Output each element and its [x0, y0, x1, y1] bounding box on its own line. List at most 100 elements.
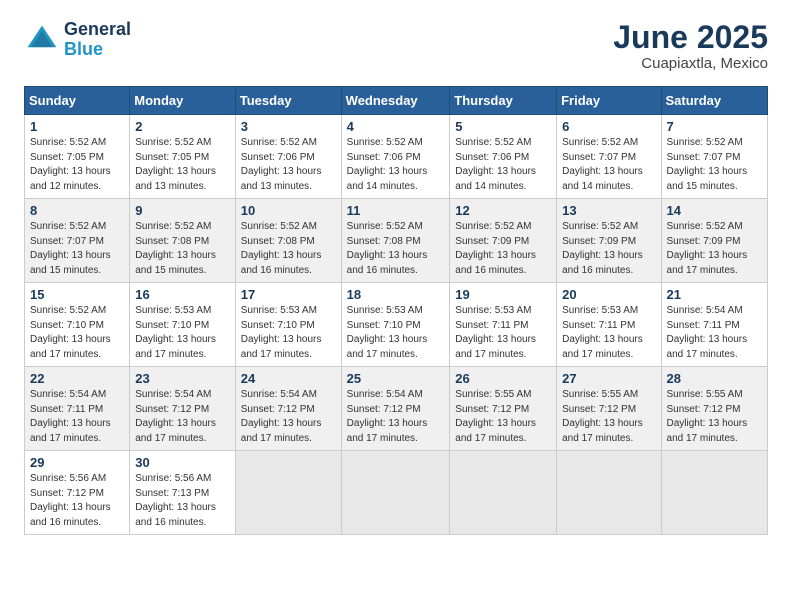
day-number: 10 [241, 203, 336, 218]
day-info: Sunrise: 5:52 AMSunset: 7:09 PMDaylight:… [667, 220, 762, 278]
day-number: 28 [667, 371, 762, 386]
day-number: 29 [30, 455, 124, 470]
calendar-day-cell: 27 Sunrise: 5:55 AMSunset: 7:12 PMDayligh… [557, 367, 661, 451]
day-info: Sunrise: 5:52 AMSunset: 7:07 PMDaylight:… [30, 220, 124, 278]
day-number: 25 [347, 371, 445, 386]
calendar-day-cell: 6 Sunrise: 5:52 AMSunset: 7:07 PMDaylight… [557, 115, 661, 199]
day-info: Sunrise: 5:52 AMSunset: 7:10 PMDaylight:… [30, 304, 124, 362]
weekday-header: Saturday [661, 87, 767, 115]
calendar-day-cell: 3 Sunrise: 5:52 AMSunset: 7:06 PMDaylight… [235, 115, 341, 199]
calendar-day-cell: 12 Sunrise: 5:52 AMSunset: 7:09 PMDayligh… [450, 199, 557, 283]
day-info: Sunrise: 5:56 AMSunset: 7:12 PMDaylight:… [30, 472, 124, 530]
calendar-day-cell: 1 Sunrise: 5:52 AMSunset: 7:05 PMDaylight… [25, 115, 130, 199]
calendar-day-cell: 26Sunrise: 5:55 AMSunset: 7:12 PMDayligh… [450, 367, 557, 451]
day-number: 3 [241, 119, 336, 134]
day-info: Sunrise: 5:53 AMSunset: 7:10 PMDaylight:… [135, 304, 230, 362]
weekday-header: Thursday [450, 87, 557, 115]
day-number: 9 [135, 203, 230, 218]
calendar-day-cell: 28 Sunrise: 5:55 AMSunset: 7:12 PMDayligh… [661, 367, 767, 451]
day-info: Sunrise: 5:53 AMSunset: 7:11 PMDaylight:… [455, 304, 551, 362]
calendar-day-cell: 11Sunrise: 5:52 AMSunset: 7:08 PMDayligh… [341, 199, 450, 283]
day-info: Sunrise: 5:55 AMSunset: 7:12 PMDaylight:… [667, 388, 762, 446]
day-info: Sunrise: 5:52 AMSunset: 7:06 PMDaylight:… [241, 136, 336, 194]
day-number: 27 [562, 371, 655, 386]
calendar-day-cell: 21Sunrise: 5:54 AMSunset: 7:11 PMDayligh… [661, 283, 767, 367]
calendar-day-cell: 2 Sunrise: 5:52 AMSunset: 7:05 PMDaylight… [130, 115, 236, 199]
weekday-header: Monday [130, 87, 236, 115]
day-info: Sunrise: 5:52 AMSunset: 7:05 PMDaylight:… [135, 136, 230, 194]
calendar-week-row: 1 Sunrise: 5:52 AMSunset: 7:05 PMDaylight… [25, 115, 768, 199]
calendar-day-cell: 17 Sunrise: 5:53 AMSunset: 7:10 PMDayligh… [235, 283, 341, 367]
calendar-day-cell: 7 Sunrise: 5:52 AMSunset: 7:07 PMDaylight… [661, 115, 767, 199]
day-number: 13 [562, 203, 655, 218]
calendar-day-cell: 13 Sunrise: 5:52 AMSunset: 7:09 PMDayligh… [557, 199, 661, 283]
calendar-day-cell [557, 451, 661, 535]
day-info: Sunrise: 5:54 AMSunset: 7:11 PMDaylight:… [30, 388, 124, 446]
calendar: SundayMondayTuesdayWednesdayThursdayFrid… [24, 86, 768, 535]
day-info: Sunrise: 5:54 AMSunset: 7:12 PMDaylight:… [347, 388, 445, 446]
day-info: Sunrise: 5:52 AMSunset: 7:09 PMDaylight:… [455, 220, 551, 278]
day-number: 20 [562, 287, 655, 302]
location: Cuapiaxtla, Mexico [613, 55, 768, 72]
day-info: Sunrise: 5:55 AMSunset: 7:12 PMDaylight:… [455, 388, 551, 446]
day-info: Sunrise: 5:55 AMSunset: 7:12 PMDaylight:… [562, 388, 655, 446]
calendar-day-cell [450, 451, 557, 535]
day-number: 12 [455, 203, 551, 218]
calendar-week-row: 15 Sunrise: 5:52 AMSunset: 7:10 PMDayligh… [25, 283, 768, 367]
day-number: 7 [667, 119, 762, 134]
calendar-day-cell: 18 Sunrise: 5:53 AMSunset: 7:10 PMDayligh… [341, 283, 450, 367]
header: General Blue June 2025 Cuapiaxtla, Mexic… [24, 20, 768, 72]
day-number: 16 [135, 287, 230, 302]
day-info: Sunrise: 5:53 AMSunset: 7:10 PMDaylight:… [347, 304, 445, 362]
calendar-day-cell: 10Sunrise: 5:52 AMSunset: 7:08 PMDayligh… [235, 199, 341, 283]
logo-text: General Blue [64, 20, 131, 60]
calendar-day-cell: 20Sunrise: 5:53 AMSunset: 7:11 PMDayligh… [557, 283, 661, 367]
day-number: 11 [347, 203, 445, 218]
logo-icon [24, 22, 60, 58]
calendar-day-cell [661, 451, 767, 535]
day-number: 15 [30, 287, 124, 302]
calendar-day-cell: 5Sunrise: 5:52 AMSunset: 7:06 PMDaylight… [450, 115, 557, 199]
day-info: Sunrise: 5:52 AMSunset: 7:06 PMDaylight:… [347, 136, 445, 194]
calendar-day-cell [235, 451, 341, 535]
day-number: 6 [562, 119, 655, 134]
day-number: 14 [667, 203, 762, 218]
calendar-week-row: 29 Sunrise: 5:56 AMSunset: 7:12 PMDayligh… [25, 451, 768, 535]
day-info: Sunrise: 5:52 AMSunset: 7:05 PMDaylight:… [30, 136, 124, 194]
day-info: Sunrise: 5:52 AMSunset: 7:09 PMDaylight:… [562, 220, 655, 278]
calendar-week-row: 8 Sunrise: 5:52 AMSunset: 7:07 PMDaylight… [25, 199, 768, 283]
day-number: 2 [135, 119, 230, 134]
day-number: 19 [455, 287, 551, 302]
day-info: Sunrise: 5:52 AMSunset: 7:07 PMDaylight:… [562, 136, 655, 194]
day-number: 18 [347, 287, 445, 302]
calendar-day-cell: 25 Sunrise: 5:54 AMSunset: 7:12 PMDayligh… [341, 367, 450, 451]
day-info: Sunrise: 5:52 AMSunset: 7:06 PMDaylight:… [455, 136, 551, 194]
calendar-day-cell: 8 Sunrise: 5:52 AMSunset: 7:07 PMDaylight… [25, 199, 130, 283]
day-number: 30 [135, 455, 230, 470]
weekday-header: Tuesday [235, 87, 341, 115]
calendar-day-cell: 23Sunrise: 5:54 AMSunset: 7:12 PMDayligh… [130, 367, 236, 451]
day-number: 24 [241, 371, 336, 386]
day-number: 17 [241, 287, 336, 302]
weekday-header: Sunday [25, 87, 130, 115]
day-number: 23 [135, 371, 230, 386]
day-number: 4 [347, 119, 445, 134]
day-number: 8 [30, 203, 124, 218]
day-info: Sunrise: 5:56 AMSunset: 7:13 PMDaylight:… [135, 472, 230, 530]
calendar-day-cell: 29 Sunrise: 5:56 AMSunset: 7:12 PMDayligh… [25, 451, 130, 535]
day-number: 22 [30, 371, 124, 386]
day-info: Sunrise: 5:52 AMSunset: 7:07 PMDaylight:… [667, 136, 762, 194]
calendar-day-cell: 15 Sunrise: 5:52 AMSunset: 7:10 PMDayligh… [25, 283, 130, 367]
title-block: June 2025 Cuapiaxtla, Mexico [613, 20, 768, 72]
calendar-day-cell: 24 Sunrise: 5:54 AMSunset: 7:12 PMDayligh… [235, 367, 341, 451]
day-info: Sunrise: 5:52 AMSunset: 7:08 PMDaylight:… [135, 220, 230, 278]
day-info: Sunrise: 5:53 AMSunset: 7:10 PMDaylight:… [241, 304, 336, 362]
logo: General Blue [24, 20, 131, 60]
day-number: 1 [30, 119, 124, 134]
day-info: Sunrise: 5:54 AMSunset: 7:12 PMDaylight:… [241, 388, 336, 446]
weekday-header: Friday [557, 87, 661, 115]
calendar-day-cell: 30 Sunrise: 5:56 AMSunset: 7:13 PMDayligh… [130, 451, 236, 535]
page: General Blue June 2025 Cuapiaxtla, Mexic… [0, 0, 792, 612]
calendar-day-cell: 22 Sunrise: 5:54 AMSunset: 7:11 PMDayligh… [25, 367, 130, 451]
month-title: June 2025 [613, 20, 768, 55]
